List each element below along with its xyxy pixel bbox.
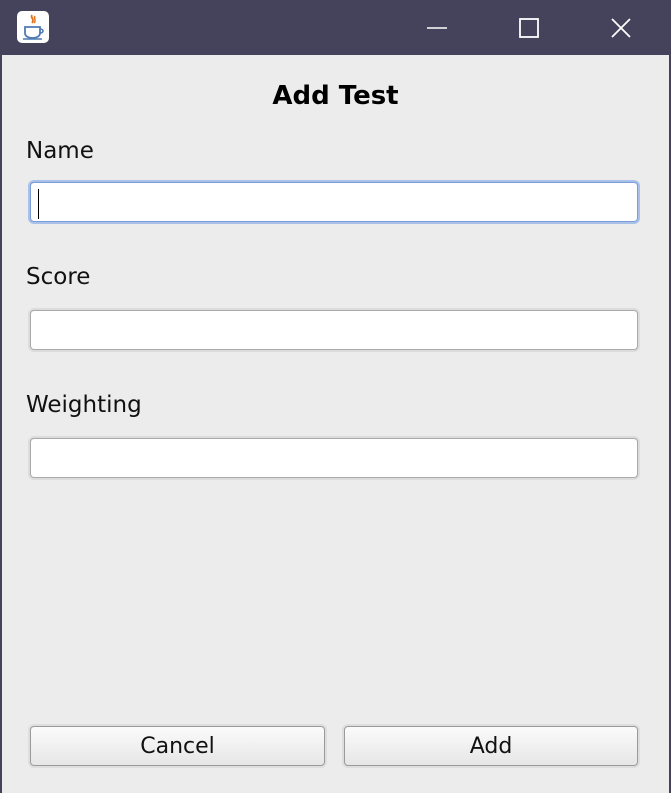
name-label: Name xyxy=(26,138,94,164)
maximize-button[interactable] xyxy=(483,0,575,55)
text-caret xyxy=(38,189,39,219)
add-test-window: Add Test Name Score Weighting Cancel Add xyxy=(0,0,671,793)
java-app-icon[interactable] xyxy=(17,11,49,43)
score-input[interactable] xyxy=(30,310,638,350)
minimize-button[interactable] xyxy=(391,0,483,55)
dialog-content: Add Test Name Score Weighting Cancel Add xyxy=(2,55,669,793)
weighting-label: Weighting xyxy=(26,392,142,418)
cancel-button[interactable]: Cancel xyxy=(30,726,325,766)
weighting-input[interactable] xyxy=(30,438,638,478)
close-icon xyxy=(611,17,631,38)
add-button[interactable]: Add xyxy=(344,726,638,766)
maximize-icon xyxy=(519,17,539,38)
close-button[interactable] xyxy=(575,0,667,55)
minimize-icon xyxy=(427,26,447,29)
title-bar[interactable] xyxy=(2,0,669,55)
dialog-title: Add Test xyxy=(272,81,399,111)
name-input[interactable] xyxy=(30,182,638,222)
score-label: Score xyxy=(26,264,91,290)
